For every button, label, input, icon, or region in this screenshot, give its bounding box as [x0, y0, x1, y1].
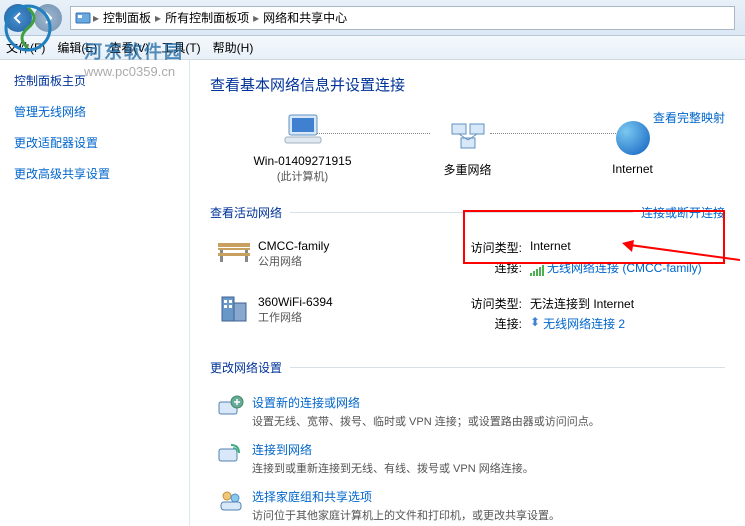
control-panel-icon	[75, 10, 91, 26]
main-panel: 查看基本网络信息并设置连接 查看完整映射 Win-01409271915 (此计…	[190, 60, 745, 526]
section-title: 更改网络设置	[210, 359, 282, 376]
network-type[interactable]: 公用网络	[258, 253, 458, 269]
computer-icon	[283, 113, 323, 147]
network-row-cmcc: CMCC-family 公用网络 访问类型: Internet 连接: 无线网络…	[210, 231, 725, 287]
section-active-networks: 查看活动网络 连接或断开连接	[210, 204, 725, 221]
network-map: 查看完整映射 Win-01409271915 (此计算机) 多重网络 Inter…	[210, 109, 725, 188]
access-value: 无法连接到 Internet	[530, 295, 634, 312]
setting-desc: 连接到或重新连接到无线、有线、拨号或 VPN 网络连接。	[252, 460, 534, 476]
menu-edit[interactable]: 编辑(E)	[57, 39, 97, 56]
sidebar-title: 控制面板主页	[14, 72, 175, 89]
setting-link[interactable]: 设置新的连接或网络	[252, 394, 600, 411]
forward-button[interactable]	[34, 4, 62, 32]
network-name[interactable]: CMCC-family	[258, 239, 458, 253]
setting-connect: 连接到网络 连接到或重新连接到无线、有线、拨号或 VPN 网络连接。	[210, 433, 725, 480]
access-value: Internet	[530, 239, 571, 256]
connection-label: 连接:	[458, 315, 522, 332]
network-icon	[448, 120, 488, 154]
building-icon	[210, 295, 258, 335]
connection-label: 连接:	[458, 259, 522, 276]
internet-name: Internet	[568, 162, 698, 176]
chevron-right-icon: ▸	[155, 11, 161, 25]
net-node-internet[interactable]: Internet	[568, 121, 698, 176]
chevron-right-icon: ▸	[93, 11, 99, 25]
sidebar-link-adapter[interactable]: 更改适配器设置	[14, 134, 175, 151]
sidebar-link-sharing[interactable]: 更改高级共享设置	[14, 165, 175, 182]
setting-link[interactable]: 选择家庭组和共享选项	[252, 488, 560, 505]
page-title: 查看基本网络信息并设置连接	[210, 74, 725, 95]
globe-icon	[616, 121, 650, 155]
back-button[interactable]	[4, 4, 32, 32]
setting-link[interactable]: 连接到网络	[252, 441, 534, 458]
homegroup-icon	[210, 488, 252, 523]
menu-help[interactable]: 帮助(H)	[213, 39, 254, 56]
access-label: 访问类型:	[458, 239, 522, 256]
setting-homegroup: 选择家庭组和共享选项 访问位于其他家庭计算机上的文件和打印机，或更改共享设置。	[210, 480, 725, 526]
connect-disconnect-link[interactable]: 连接或断开连接	[641, 204, 725, 221]
menu-view[interactable]: 查看(V)	[109, 39, 149, 56]
network-name[interactable]: 360WiFi-6394	[258, 295, 458, 309]
net-node-multi[interactable]: 多重网络	[403, 120, 533, 178]
breadcrumb-item[interactable]: 控制面板	[103, 9, 151, 26]
menu-file[interactable]: 文件(F)	[6, 39, 45, 56]
connection-link[interactable]: 无线网络连接 (CMCC-family)	[547, 259, 702, 276]
address-bar: ▸ 控制面板 ▸ 所有控制面板项 ▸ 网络和共享中心	[0, 0, 745, 36]
signal-icon	[530, 259, 544, 276]
access-label: 访问类型:	[458, 295, 522, 312]
net-node-pc[interactable]: Win-01409271915 (此计算机)	[238, 113, 368, 184]
pc-name: Win-01409271915	[238, 154, 368, 168]
section-change-settings: 更改网络设置	[210, 359, 725, 376]
adapter-icon: ⬍	[530, 315, 540, 332]
breadcrumb-item[interactable]: 网络和共享中心	[263, 9, 347, 26]
sidebar: 控制面板主页 管理无线网络 更改适配器设置 更改高级共享设置	[0, 60, 190, 526]
menu-bar: 文件(F) 编辑(E) 查看(V) 工具(T) 帮助(H)	[0, 36, 745, 60]
sidebar-link-wireless[interactable]: 管理无线网络	[14, 103, 175, 120]
pc-sub: (此计算机)	[238, 168, 368, 184]
setting-new-connection: 设置新的连接或网络 设置无线、宽带、拨号、临时或 VPN 连接；或设置路由器或访…	[210, 386, 725, 433]
setting-desc: 设置无线、宽带、拨号、临时或 VPN 连接；或设置路由器或访问问点。	[252, 413, 600, 429]
breadcrumb[interactable]: ▸ 控制面板 ▸ 所有控制面板项 ▸ 网络和共享中心	[70, 6, 735, 30]
connect-icon	[210, 441, 252, 476]
menu-tools[interactable]: 工具(T)	[161, 39, 200, 56]
network-row-360wifi: 360WiFi-6394 工作网络 访问类型: 无法连接到 Internet 连…	[210, 287, 725, 343]
setting-desc: 访问位于其他家庭计算机上的文件和打印机，或更改共享设置。	[252, 507, 560, 523]
breadcrumb-item[interactable]: 所有控制面板项	[165, 9, 249, 26]
bench-icon	[210, 239, 258, 279]
new-connection-icon	[210, 394, 252, 429]
multi-name: 多重网络	[403, 161, 533, 178]
chevron-right-icon: ▸	[253, 11, 259, 25]
view-full-map-link[interactable]: 查看完整映射	[653, 109, 725, 126]
network-type[interactable]: 工作网络	[258, 309, 458, 325]
section-title: 查看活动网络	[210, 204, 282, 221]
connection-link[interactable]: 无线网络连接 2	[543, 315, 625, 332]
